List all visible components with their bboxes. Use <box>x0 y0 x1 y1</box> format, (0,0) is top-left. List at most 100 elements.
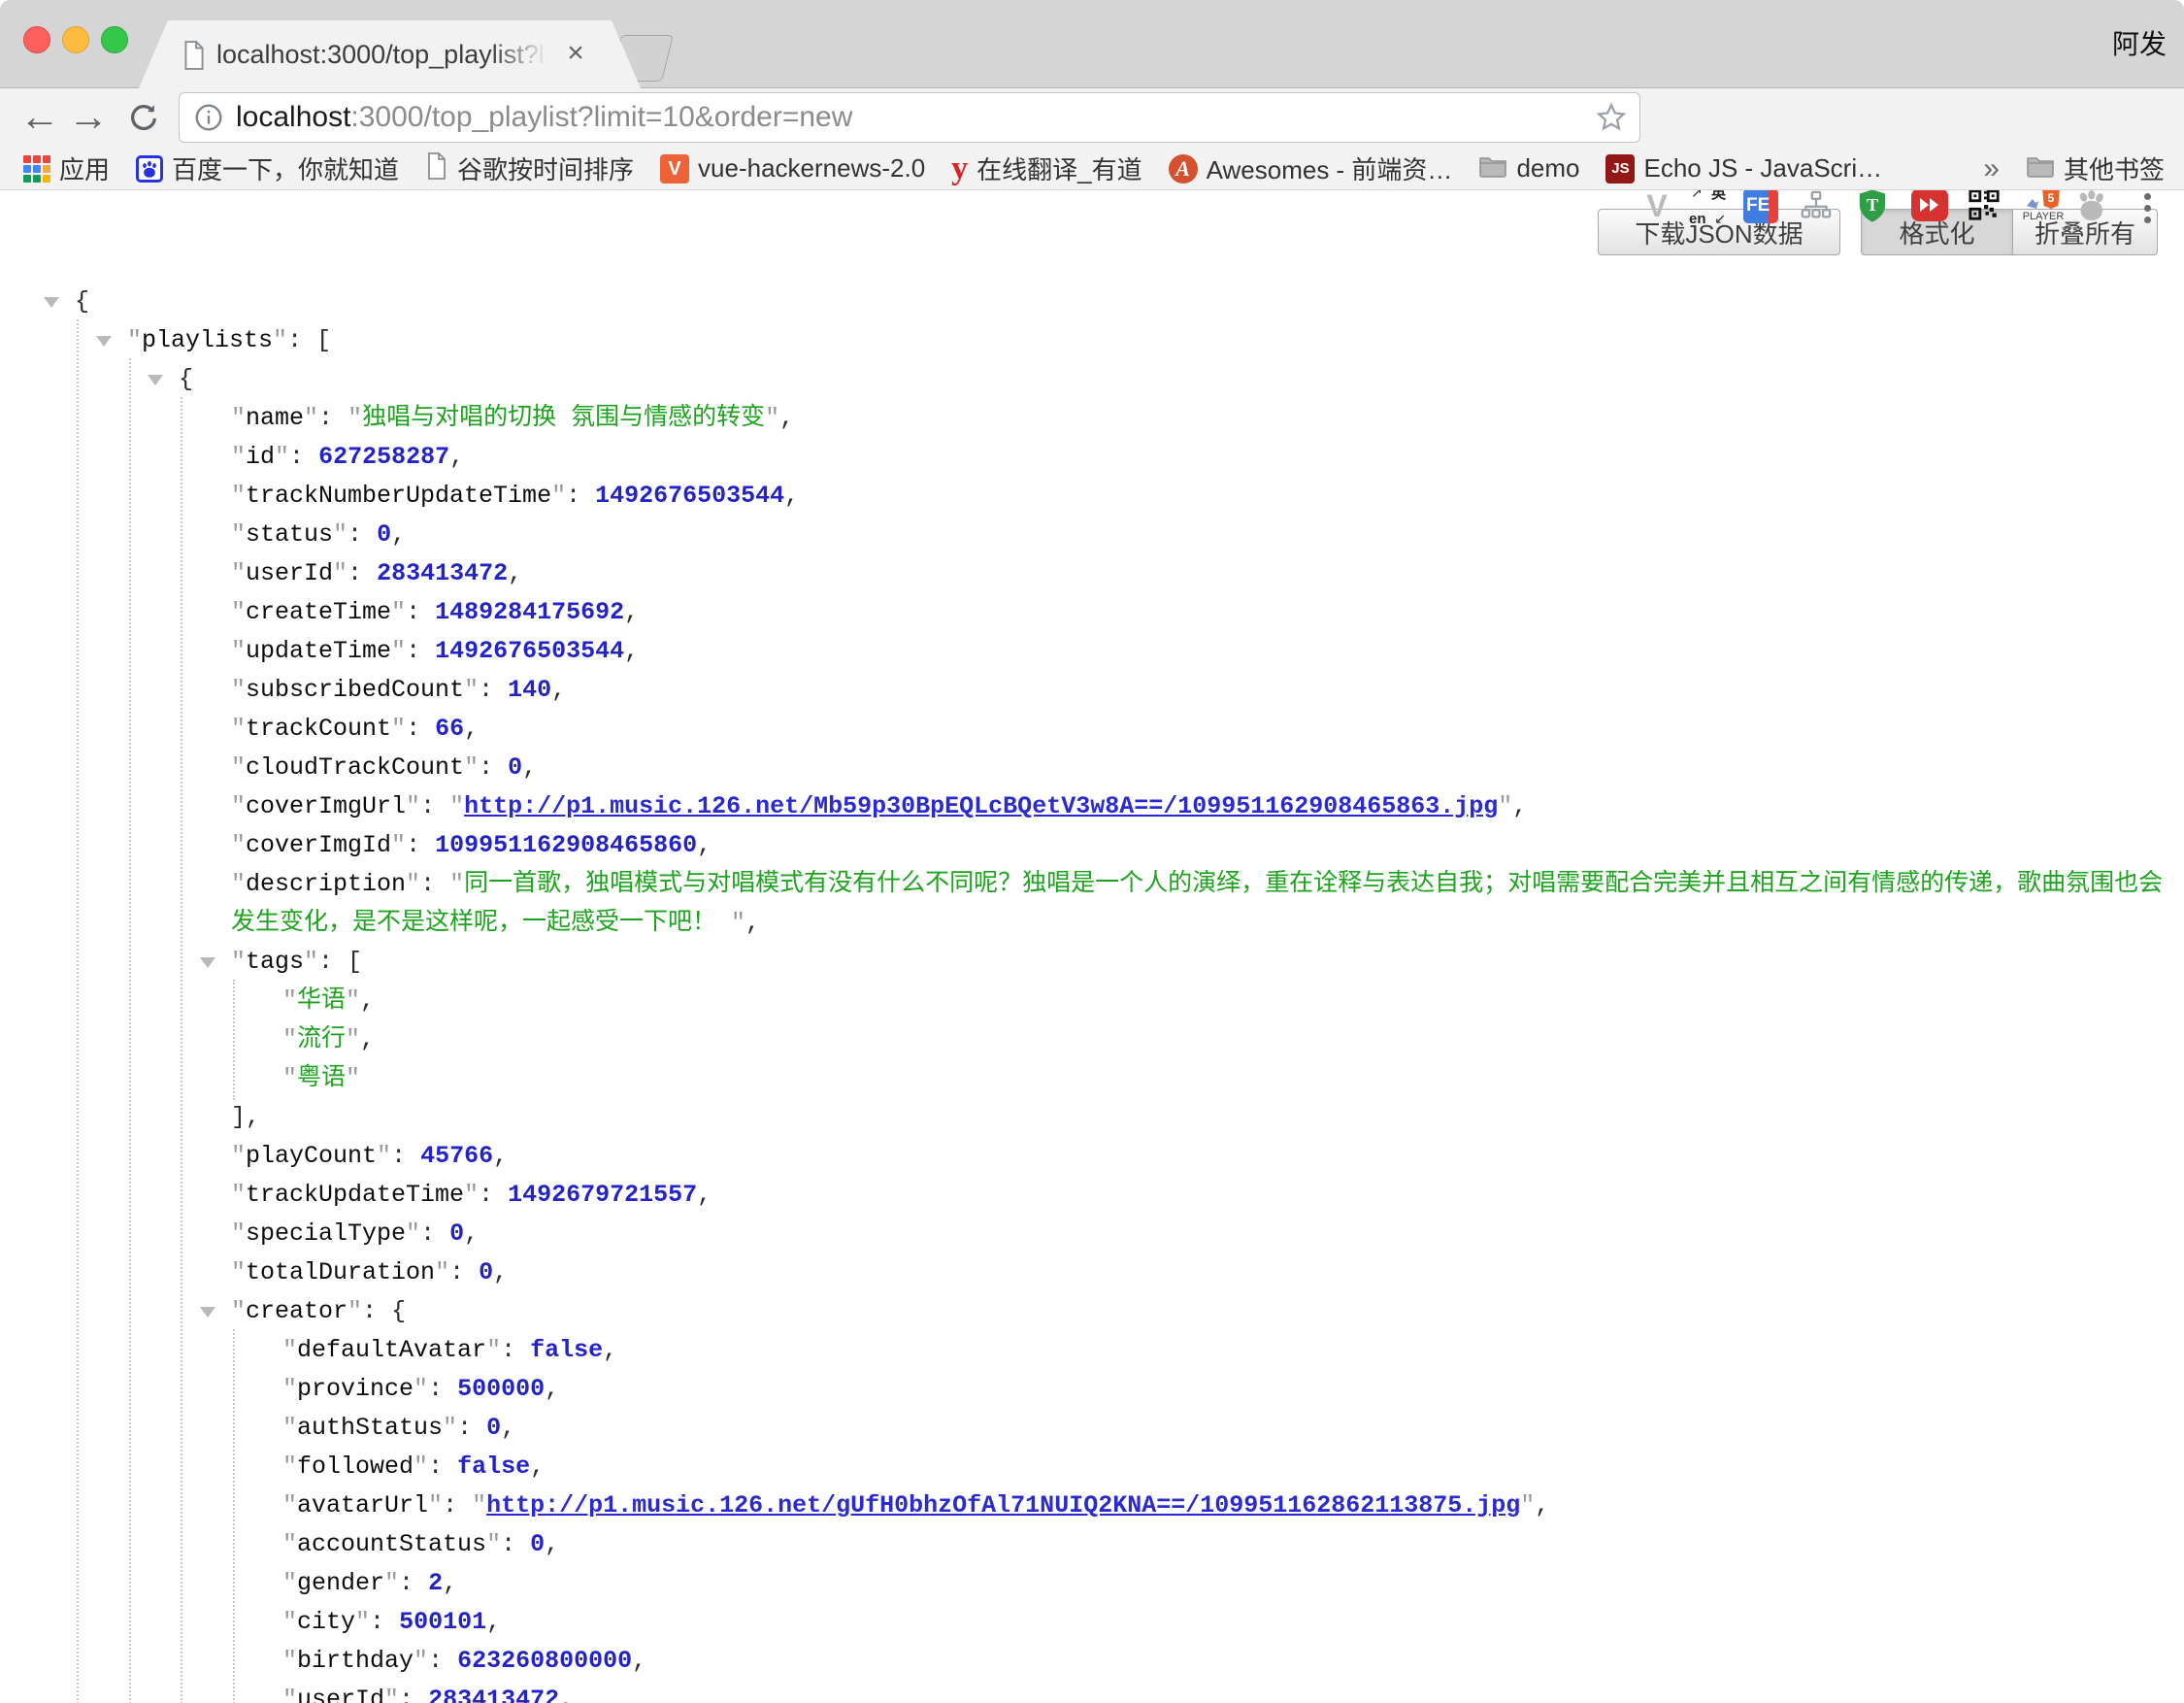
forward-button[interactable]: → <box>68 88 109 148</box>
json-token: , <box>464 1219 479 1248</box>
url-text[interactable]: localhost:3000/top_playlist?limit=10&ord… <box>236 93 852 142</box>
json-token: , <box>545 1530 559 1558</box>
info-icon[interactable] <box>193 102 224 138</box>
other-bookmarks-folder[interactable]: 其他书签 <box>2026 150 2165 186</box>
bookmark-awesomes[interactable]: A Awesomes - 前端资… <box>1169 150 1453 186</box>
collapse-toggle-icon[interactable] <box>96 336 112 347</box>
json-token: 1492679721557 <box>508 1181 697 1209</box>
json-line: "avatarUrl": "http://p1.music.126.net/gU… <box>0 1486 2184 1525</box>
html5-player-icon[interactable]: 5 PLAYER <box>2020 185 2067 220</box>
shield-letter: T <box>1867 195 1878 215</box>
json-token: , <box>443 1569 457 1597</box>
back-button[interactable]: ← <box>19 88 60 148</box>
json-token: , <box>391 520 406 549</box>
json-token: , <box>545 1375 559 1403</box>
json-token: : <box>347 559 377 587</box>
json-token: , <box>449 443 464 471</box>
json-token: " <box>1498 792 1512 820</box>
tampermonkey-shield-icon[interactable]: T <box>1856 188 1889 223</box>
bookmark-vue-hackernews[interactable]: V vue-hackernews-2.0 <box>660 153 925 184</box>
json-token: , <box>508 559 522 587</box>
json-token: creator <box>246 1297 347 1325</box>
bookmark-label: 应用 <box>59 150 110 186</box>
json-token: authStatus <box>297 1414 443 1442</box>
json-token: : <box>566 482 595 510</box>
collapse-toggle-icon[interactable] <box>148 375 163 385</box>
qrcode-icon[interactable] <box>1968 188 2001 223</box>
json-link[interactable]: http://p1.music.126.net/Mb59p30BpEQLcBQe… <box>464 792 1498 820</box>
bookmark-demo-folder[interactable]: demo <box>1478 153 1579 184</box>
json-token: " <box>231 1142 246 1170</box>
bookmark-apps[interactable]: 应用 <box>23 150 110 186</box>
json-token: " <box>231 1258 246 1286</box>
collapse-toggle-icon[interactable] <box>200 957 215 968</box>
bookmark-label: 在线翻译_有道 <box>976 150 1142 186</box>
translate-arrow-down-icon: ↙ <box>1714 211 1726 227</box>
tab-title-wrap: localhost:3000/top_playlist?lim <box>216 20 558 88</box>
json-token: , <box>697 1181 711 1209</box>
echojs-icon: JS <box>1605 154 1635 184</box>
bookmark-label: vue-hackernews-2.0 <box>698 153 925 184</box>
json-token: " <box>282 1453 297 1481</box>
close-window-button[interactable] <box>23 26 50 53</box>
json-token: , <box>551 676 566 704</box>
json-line: "id": 627258287, <box>0 438 2184 477</box>
bookmark-youdao[interactable]: y 在线翻译_有道 <box>951 150 1142 186</box>
player-label: PLAYER <box>2020 211 2067 222</box>
json-link[interactable]: http://p1.music.126.net/gUfH0bhzOfAl71NU… <box>486 1491 1520 1519</box>
tab-close-icon[interactable]: × <box>554 20 597 88</box>
collapse-toggle-icon[interactable] <box>44 297 59 308</box>
profile-name[interactable]: 阿发 <box>2112 23 2167 62</box>
json-line: "华语", <box>0 982 2184 1020</box>
collapse-toggle-icon[interactable] <box>200 1307 215 1318</box>
json-token: : [ <box>318 948 362 976</box>
json-line: "description": "同一首歌，独唱模式与对唱模式有没有什么不同呢？独… <box>0 865 2184 943</box>
json-token: trackNumberUpdateTime <box>246 482 551 510</box>
fullscreen-window-button[interactable] <box>101 26 128 53</box>
reload-button[interactable] <box>126 101 161 141</box>
folder-icon <box>2026 154 2055 183</box>
browser-menu-icon[interactable] <box>2141 188 2153 223</box>
json-token: 0 <box>508 753 522 782</box>
json-token: " <box>231 598 246 626</box>
json-token: : <box>457 1414 486 1442</box>
json-line: "playCount": 45766, <box>0 1137 2184 1176</box>
json-token: description <box>246 870 406 898</box>
json-token: 45766 <box>420 1142 493 1170</box>
paw-icon[interactable] <box>2073 188 2106 223</box>
json-token: " <box>414 1375 428 1403</box>
json-line: "defaultAvatar": false, <box>0 1331 2184 1370</box>
bookmark-google-sorted[interactable]: 谷歌按时间排序 <box>425 150 634 186</box>
browser-tab[interactable]: localhost:3000/top_playlist?lim × <box>139 20 641 88</box>
bookmark-baidu[interactable]: 百度一下，你就知道 <box>136 150 399 186</box>
json-token: " <box>127 326 142 354</box>
fe-extension-icon[interactable]: FE <box>1743 188 1778 223</box>
minimize-window-button[interactable] <box>62 26 89 53</box>
json-token: false <box>457 1453 530 1481</box>
json-token: : <box>501 1336 530 1364</box>
bookmark-star-icon[interactable] <box>1595 101 1628 139</box>
bookmark-echojs[interactable]: JS Echo JS - JavaScri… <box>1605 153 1882 184</box>
json-token: " <box>384 1569 399 1597</box>
json-token: trackUpdateTime <box>246 1181 464 1209</box>
json-token: " <box>435 1258 449 1286</box>
address-bar[interactable]: localhost:3000/top_playlist?limit=10&ord… <box>179 92 1640 143</box>
json-token: userId <box>297 1686 384 1703</box>
json-token: 1489284175692 <box>435 598 624 626</box>
translate-icon[interactable]: 英 en ↗ ↙ <box>1691 188 1724 223</box>
json-token: : <box>420 870 449 898</box>
json-line: ], <box>0 1098 2184 1137</box>
sitemap-icon[interactable] <box>1800 188 1833 223</box>
vue-devtools-icon[interactable]: V <box>1640 188 1673 223</box>
json-token: cloudTrackCount <box>246 753 464 782</box>
bookmarks-overflow-chevron[interactable]: » <box>1983 152 2000 185</box>
bookmark-label: Echo JS - JavaScri… <box>1643 153 1882 184</box>
json-token: followed <box>297 1453 414 1481</box>
fast-forward-icon[interactable] <box>1911 188 1948 221</box>
json-token: : <box>399 1569 428 1597</box>
json-token: accountStatus <box>297 1530 486 1558</box>
json-token: " <box>464 1181 479 1209</box>
json-token: " <box>391 598 406 626</box>
json-token: " <box>273 326 287 354</box>
json-token: , <box>779 404 794 432</box>
